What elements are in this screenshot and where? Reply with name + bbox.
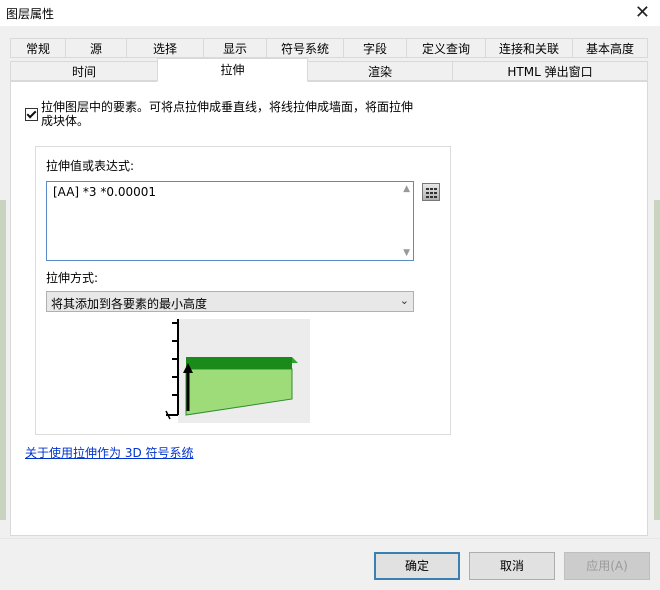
chevron-down-icon: ⌄ [399, 294, 409, 307]
cancel-button[interactable]: 取消 [469, 552, 555, 580]
calculator-icon[interactable] [422, 183, 440, 201]
ok-button[interactable]: 确定 [374, 552, 460, 580]
background-strip-left [0, 200, 6, 520]
apply-button[interactable]: 应用(A) [564, 552, 650, 580]
extrusion-method-value: 将其添加到各要素的最小高度 [51, 297, 208, 311]
extrusion-panel: 拉伸图层中的要素。可将点拉伸成垂直线，将线拉伸成墙面，将面拉伸成块体。 拉伸值或… [10, 81, 648, 536]
tab-rendering[interactable]: 渲染 [307, 61, 453, 81]
tab-html-popup[interactable]: HTML 弹出窗口 [452, 61, 648, 81]
extrusion-method-select[interactable]: 将其添加到各要素的最小高度 ⌄ [46, 291, 414, 312]
title-bar: 图层属性 ✕ [0, 0, 660, 26]
scroll-up-icon[interactable]: ▲ [403, 184, 410, 194]
tab-joins-relates[interactable]: 连接和关联 [485, 38, 573, 58]
expression-input[interactable]: [AA] *3 *0.00001 ▲ ▼ [46, 181, 414, 261]
background-strip-right [654, 200, 660, 520]
expression-text: [AA] *3 *0.00001 [53, 185, 157, 199]
tab-selection[interactable]: 选择 [126, 38, 204, 58]
bottom-separator [0, 538, 660, 539]
extrude-checkbox[interactable] [25, 108, 38, 121]
tab-extrusion[interactable]: 拉伸 [157, 58, 308, 82]
tab-fields[interactable]: 字段 [343, 38, 407, 58]
scroll-down-icon[interactable]: ▼ [403, 248, 410, 258]
tab-display[interactable]: 显示 [203, 38, 267, 58]
tab-symbology[interactable]: 符号系统 [266, 38, 344, 58]
extrusion-method-label: 拉伸方式: [46, 271, 99, 285]
extrusion-illustration [164, 319, 310, 423]
close-icon[interactable]: ✕ [635, 2, 650, 23]
extrusion-value-label: 拉伸值或表达式: [46, 159, 135, 173]
tab-time[interactable]: 时间 [10, 61, 158, 81]
extrude-checkbox-label: 拉伸图层中的要素。可将点拉伸成垂直线，将线拉伸成墙面，将面拉伸成块体。 [41, 100, 414, 128]
tab-source[interactable]: 源 [65, 38, 127, 58]
window-title: 图层属性 [6, 7, 55, 21]
tab-definition-query[interactable]: 定义查询 [406, 38, 486, 58]
extrusion-groupbox: 拉伸值或表达式: [AA] *3 *0.00001 ▲ ▼ 拉伸方式: 将其添加… [35, 146, 451, 435]
extrusion-help-link[interactable]: 关于使用拉伸作为 3D 符号系统 [25, 444, 194, 461]
tab-base-heights[interactable]: 基本高度 [572, 38, 648, 58]
tab-general[interactable]: 常规 [10, 38, 66, 58]
